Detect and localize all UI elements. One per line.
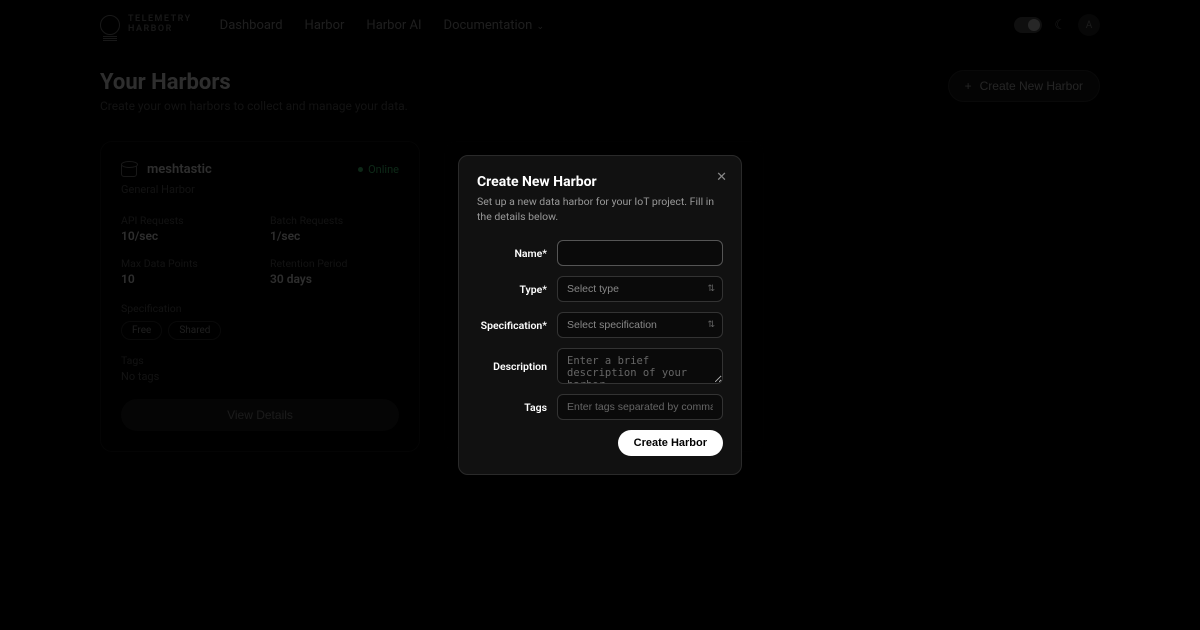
modal-title: Create New Harbor xyxy=(477,174,723,190)
type-label: Type* xyxy=(477,283,547,296)
desc-label: Description xyxy=(477,360,547,373)
name-label: Name* xyxy=(477,247,547,260)
create-harbor-submit[interactable]: Create Harbor xyxy=(618,430,723,456)
modal-overlay[interactable]: ✕ Create New Harbor Set up a new data ha… xyxy=(0,0,1200,630)
spec-select[interactable]: Select specification xyxy=(557,312,723,338)
tags-label: Tags xyxy=(477,401,547,414)
create-harbor-modal: ✕ Create New Harbor Set up a new data ha… xyxy=(458,155,742,475)
close-icon[interactable]: ✕ xyxy=(716,170,727,185)
description-input[interactable] xyxy=(557,348,723,384)
type-select[interactable]: Select type xyxy=(557,276,723,302)
tags-input[interactable] xyxy=(557,394,723,420)
spec-label: Specification* xyxy=(477,319,547,332)
modal-subtitle: Set up a new data harbor for your IoT pr… xyxy=(477,195,723,224)
name-input[interactable] xyxy=(557,240,723,266)
